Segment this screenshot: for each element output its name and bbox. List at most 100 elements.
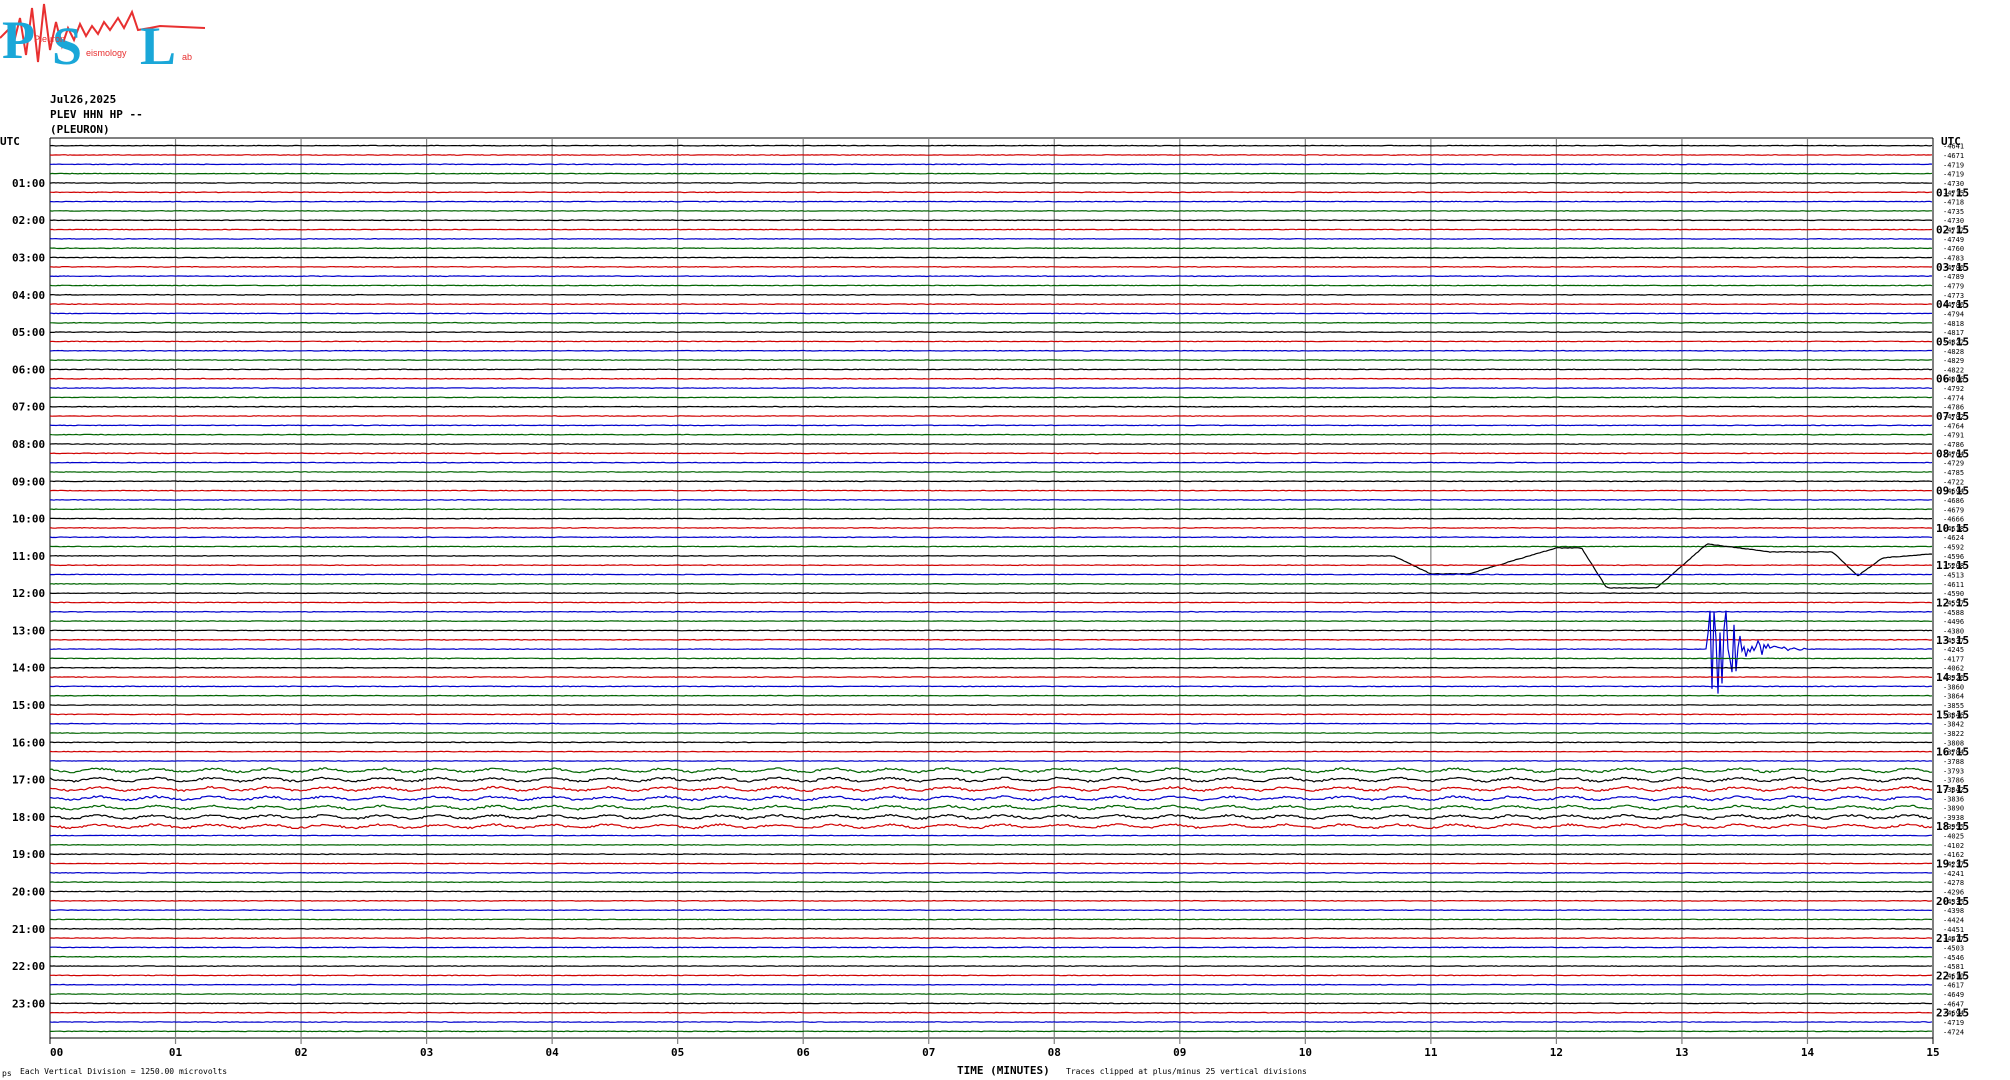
row-mean-label: -4496 [1943, 618, 1964, 626]
trace-row [49, 890, 1933, 893]
trace-row [50, 452, 1933, 455]
minute-tick-label: 06 [797, 1046, 811, 1059]
minute-tick-label: 10 [1299, 1046, 1312, 1059]
hour-label-left: 02:00 [12, 214, 45, 227]
trace-row [49, 415, 1933, 417]
hour-label-right: 01:15 [1936, 186, 1969, 199]
hour-label-right: 05:15 [1936, 335, 1969, 348]
trace-row [49, 638, 1933, 641]
row-mean-label: -3836 [1943, 795, 1964, 803]
trace-row [49, 377, 1933, 380]
trace-row [49, 629, 1933, 632]
trace-row [49, 265, 1933, 268]
minute-tick-label: 00 [50, 1046, 63, 1059]
trace-row [49, 760, 1933, 762]
hour-label-right: 02:15 [1936, 224, 1969, 237]
row-mean-label: -4278 [1943, 879, 1964, 887]
trace-row [49, 331, 1933, 334]
trace-row [49, 489, 1933, 492]
row-mean-label: -4624 [1943, 534, 1964, 542]
trace-row [49, 536, 1933, 539]
trace-row [49, 955, 1933, 958]
hour-label-left: 21:00 [12, 923, 45, 936]
row-mean-label: -4588 [1943, 609, 1964, 617]
hour-label-right: 22:15 [1936, 969, 1969, 982]
row-mean-label: -4749 [1943, 236, 1964, 244]
trace-row [49, 405, 1932, 408]
trace-row [49, 303, 1933, 306]
trace-row [49, 899, 1933, 902]
trace-row [49, 795, 1933, 802]
minute-tick-label: 08 [1048, 1046, 1061, 1059]
trace-row [49, 144, 1933, 147]
trace-row [49, 275, 1933, 278]
trace-row [50, 368, 1933, 371]
trace-row [49, 284, 1933, 287]
row-mean-label: -4818 [1943, 320, 1964, 328]
trace-row [49, 732, 1933, 734]
minute-tick-label: 05 [671, 1046, 684, 1059]
hour-label-right: 10:15 [1936, 522, 1969, 535]
trace-row [49, 582, 1932, 585]
hour-label-right: 04:15 [1936, 298, 1969, 311]
row-mean-label: -3842 [1943, 721, 1964, 729]
hour-label-right: 14:15 [1936, 671, 1969, 684]
trace-row [49, 823, 1933, 830]
trace-row [49, 767, 1933, 774]
trace-row [50, 918, 1933, 921]
hour-label-left: 06:00 [12, 363, 45, 376]
row-mean-label: -3793 [1943, 767, 1964, 775]
trace-row [50, 200, 1933, 203]
minute-tick-label: 15 [1926, 1046, 1939, 1059]
hour-label-right: 15:15 [1936, 708, 1969, 721]
row-mean-label: -3860 [1943, 683, 1964, 691]
hour-label-left: 12:00 [12, 587, 45, 600]
minute-tick-label: 04 [546, 1046, 560, 1059]
hour-label-right: 20:15 [1936, 895, 1969, 908]
trace-row [49, 862, 1932, 865]
trace-row [49, 471, 1933, 473]
trace-row [49, 704, 1932, 706]
trace-row [49, 983, 1933, 986]
trace-row [50, 359, 1933, 362]
hour-label-left: 17:00 [12, 774, 45, 787]
trace-row [49, 694, 1933, 697]
row-mean-label: -4649 [1943, 991, 1964, 999]
row-mean-label: -4398 [1943, 907, 1964, 915]
trace-row [49, 713, 1933, 716]
row-mean-label: -4679 [1943, 506, 1964, 514]
row-mean-label: -4592 [1943, 544, 1964, 552]
trace-row [49, 172, 1933, 175]
row-mean-label: -4724 [1943, 1028, 1964, 1036]
minute-tick-label: 11 [1424, 1046, 1438, 1059]
hour-label-left: 18:00 [12, 811, 45, 824]
row-mean-label: -4794 [1943, 310, 1964, 318]
hour-label-left: 15:00 [12, 699, 45, 712]
hour-label-right: 19:15 [1936, 858, 1969, 871]
trace-row [49, 657, 1933, 660]
trace-row [49, 946, 1933, 949]
trace-row [49, 676, 1933, 679]
row-mean-label: -4828 [1943, 348, 1964, 356]
trace-row [50, 601, 1933, 604]
hour-label-left: 19:00 [12, 848, 45, 861]
trace-row [49, 340, 1932, 343]
trace-row [49, 804, 1932, 811]
trace-row [49, 1011, 1933, 1014]
trace-row [49, 974, 1933, 977]
row-mean-label: -4102 [1943, 842, 1964, 850]
hour-label-left: 22:00 [12, 960, 45, 973]
utc-label-right: UTC [1941, 135, 1961, 148]
row-mean-label: -3890 [1943, 805, 1964, 813]
row-mean-label: -4789 [1943, 273, 1964, 281]
row-mean-label: -4792 [1943, 385, 1964, 393]
row-mean-label: -4546 [1943, 954, 1964, 962]
trace-row [50, 498, 1932, 501]
row-mean-label: -4671 [1943, 152, 1964, 160]
hour-label-left: 20:00 [12, 885, 45, 898]
trace-row [49, 785, 1933, 793]
minute-tick-label: 13 [1675, 1046, 1688, 1059]
row-mean-label: -4513 [1943, 572, 1964, 580]
clip-note: Traces clipped at plus/minus 25 vertical… [1066, 1067, 1307, 1076]
division-note: Each Vertical Division = 1250.00 microvo… [20, 1067, 228, 1076]
